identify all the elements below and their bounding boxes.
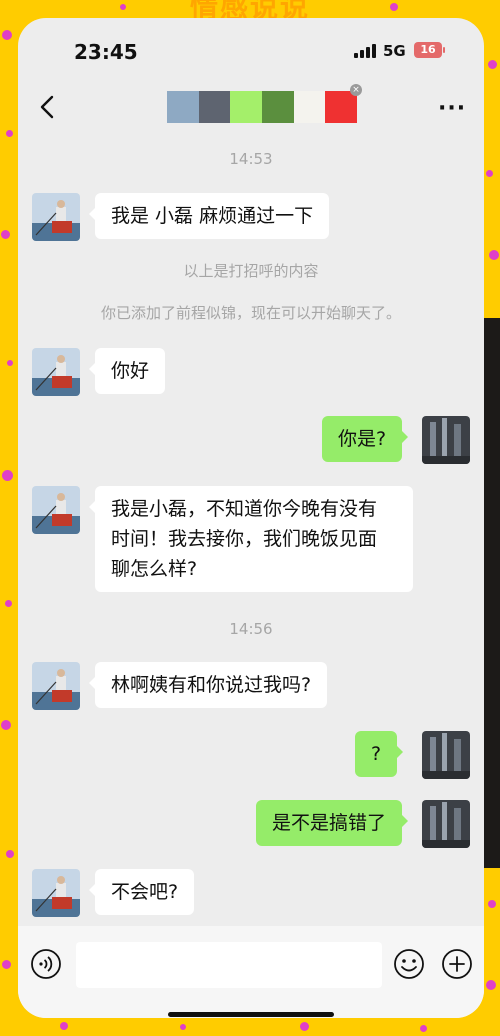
close-badge-icon: × [350, 84, 362, 96]
message-outgoing[interactable]: ? [355, 731, 404, 777]
system-message: 以上是打招呼的内容 [183, 262, 319, 280]
timestamp: 14:53 [229, 150, 273, 168]
contact-avatar[interactable] [32, 348, 80, 396]
status-bar: 23:45 5G 16 [18, 18, 484, 82]
message-incoming[interactable]: 我是小磊，不知道你今晚有没有 时间！我去接你，我们晚饭见面 聊怎么样? [89, 486, 413, 592]
battery-icon: 16 [414, 42, 445, 58]
network-label: 5G [383, 42, 406, 60]
phone-screen: 23:45 5G 16 × ··· 14:53 我是 小磊 麻烦通过一下 以上是… [18, 18, 484, 1018]
input-bar [18, 926, 484, 1018]
message-line: 时间！我去接你，我们晚饭见面 [111, 528, 378, 550]
more-options-icon[interactable]: ··· [438, 96, 466, 121]
status-time: 23:45 [74, 40, 138, 64]
plus-icon[interactable] [441, 948, 473, 980]
user-avatar[interactable] [422, 416, 470, 464]
title-swatch [325, 91, 358, 123]
title-swatch [293, 91, 326, 123]
title-swatch [262, 91, 294, 123]
timestamp: 14:56 [229, 620, 273, 638]
chat-title-redacted [167, 91, 358, 123]
background-dark-strip [484, 318, 500, 868]
emoji-icon[interactable] [393, 948, 425, 980]
contact-avatar[interactable] [32, 662, 80, 710]
message-incoming[interactable]: 不会吧? [88, 869, 195, 915]
message-input[interactable] [76, 942, 382, 988]
home-indicator [168, 1012, 334, 1017]
message-line: 聊怎么样? [111, 558, 198, 580]
message-incoming[interactable]: 你好 [88, 348, 166, 394]
user-avatar[interactable] [422, 800, 470, 848]
contact-avatar[interactable] [32, 869, 80, 917]
message-incoming[interactable]: 林啊姨有和你说过我吗? [88, 662, 328, 708]
chat-header: × ··· [18, 82, 484, 132]
title-swatch [230, 91, 263, 123]
signal-icon [354, 44, 376, 58]
message-line: 我是小磊，不知道你今晚有没有 [111, 498, 378, 520]
contact-avatar[interactable] [32, 193, 80, 241]
system-message: 你已添加了前程似锦，现在可以开始聊天了。 [100, 304, 401, 322]
user-avatar[interactable] [422, 731, 470, 779]
contact-avatar[interactable] [32, 486, 80, 534]
title-swatch [167, 91, 199, 123]
message-outgoing[interactable]: 是不是搞错了 [256, 800, 409, 846]
message-outgoing[interactable]: 你是? [322, 416, 409, 462]
title-swatch [198, 91, 231, 123]
message-incoming[interactable]: 我是 小磊 麻烦通过一下 [88, 193, 330, 239]
voice-icon[interactable] [30, 948, 62, 980]
back-icon[interactable] [34, 92, 64, 122]
